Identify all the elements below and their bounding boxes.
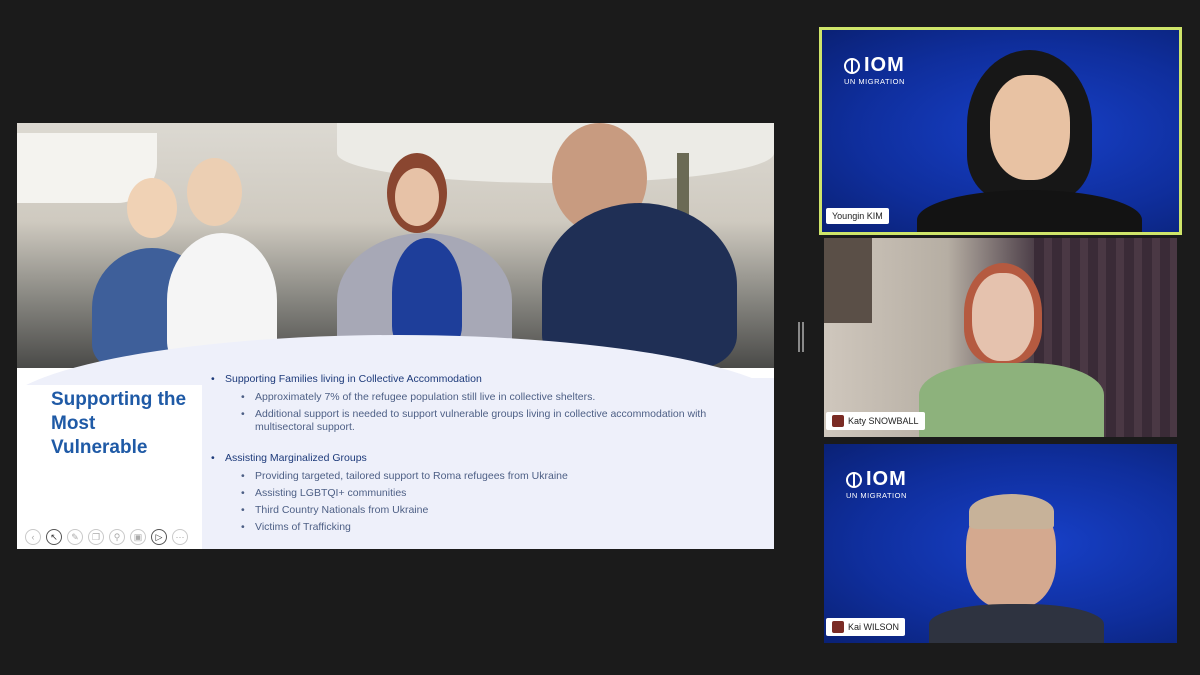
bullet-item: Assisting LGBTQI+ communities	[211, 487, 756, 500]
participant-name: Kai WILSON	[848, 622, 900, 632]
zoom-icon[interactable]: ⚲	[109, 529, 125, 545]
bullet-item: Third Country Nationals from Ukraine	[211, 504, 756, 517]
video-tile-katy-snowball[interactable]: Katy SNOWBALL	[824, 238, 1177, 437]
participant-name-tag: Youngin KIM	[826, 208, 889, 224]
lamp-shade	[824, 238, 872, 323]
more-icon[interactable]: ⋯	[172, 529, 188, 545]
back-icon[interactable]: ‹	[25, 529, 41, 545]
un-globe-icon	[844, 57, 860, 74]
bullet-heading: Assisting Marginalized Groups	[211, 452, 756, 464]
avatar	[832, 415, 844, 427]
woman-figure	[187, 158, 242, 226]
slideshow-toolbar: ‹ ↖ ✎ ❐ ⚲ ▣ ▷ ⋯	[25, 529, 188, 547]
iom-brand: IOM	[864, 54, 905, 76]
child-figure	[127, 178, 177, 238]
bullet-group: Assisting Marginalized Groups Providing …	[211, 452, 756, 534]
camera-icon[interactable]: ▷	[151, 529, 167, 545]
participant-face	[990, 75, 1070, 180]
participant-name: Katy SNOWBALL	[848, 416, 919, 426]
iom-tagline: UN MIGRATION	[844, 77, 905, 86]
slide-bullets: Supporting Families living in Collective…	[211, 373, 756, 549]
participant-body	[919, 363, 1104, 437]
iom-worker-figure	[395, 168, 439, 226]
participant-face	[972, 273, 1034, 361]
bullet-group: Supporting Families living in Collective…	[211, 373, 756, 434]
bullet-item: Approximately 7% of the refugee populati…	[211, 391, 756, 404]
bullet-item: Additional support is needed to support …	[211, 408, 756, 434]
bullet-item: Providing targeted, tailored support to …	[211, 470, 756, 483]
participant-name: Youngin KIM	[832, 211, 883, 221]
pointer-icon[interactable]: ↖	[46, 529, 62, 545]
video-tile-kai-wilson[interactable]: IOM UN MIGRATION Kai WILSON	[824, 444, 1177, 643]
participant-name-tag: Katy SNOWBALL	[826, 412, 925, 430]
slide-photo	[17, 123, 774, 368]
copy-icon[interactable]: ❐	[88, 529, 104, 545]
participant-hair	[969, 494, 1054, 529]
iom-tagline: UN MIGRATION	[846, 491, 907, 500]
participant-body	[929, 604, 1104, 643]
iom-brand: IOM	[866, 468, 907, 490]
split-divider-handle[interactable]	[798, 322, 804, 352]
participant-body	[917, 190, 1142, 232]
subtitles-icon[interactable]: ▣	[130, 529, 146, 545]
avatar	[832, 621, 844, 633]
iom-worker-figure	[392, 238, 462, 348]
participant-name-tag: Kai WILSON	[826, 618, 906, 636]
pen-icon[interactable]: ✎	[67, 529, 83, 545]
slide-title: Supporting the Most Vulnerable	[51, 389, 187, 458]
iom-logo: IOM UN MIGRATION	[846, 468, 907, 500]
video-tile-youngin-kim[interactable]: IOM UN MIGRATION Youngin KIM	[819, 27, 1182, 235]
iom-logo: IOM UN MIGRATION	[844, 54, 905, 86]
bullet-heading: Supporting Families living in Collective…	[211, 373, 756, 385]
shared-slide: Supporting the Most Vulnerable Supportin…	[17, 123, 774, 549]
un-globe-icon	[846, 471, 862, 488]
bullet-item: Victims of Trafficking	[211, 521, 756, 534]
